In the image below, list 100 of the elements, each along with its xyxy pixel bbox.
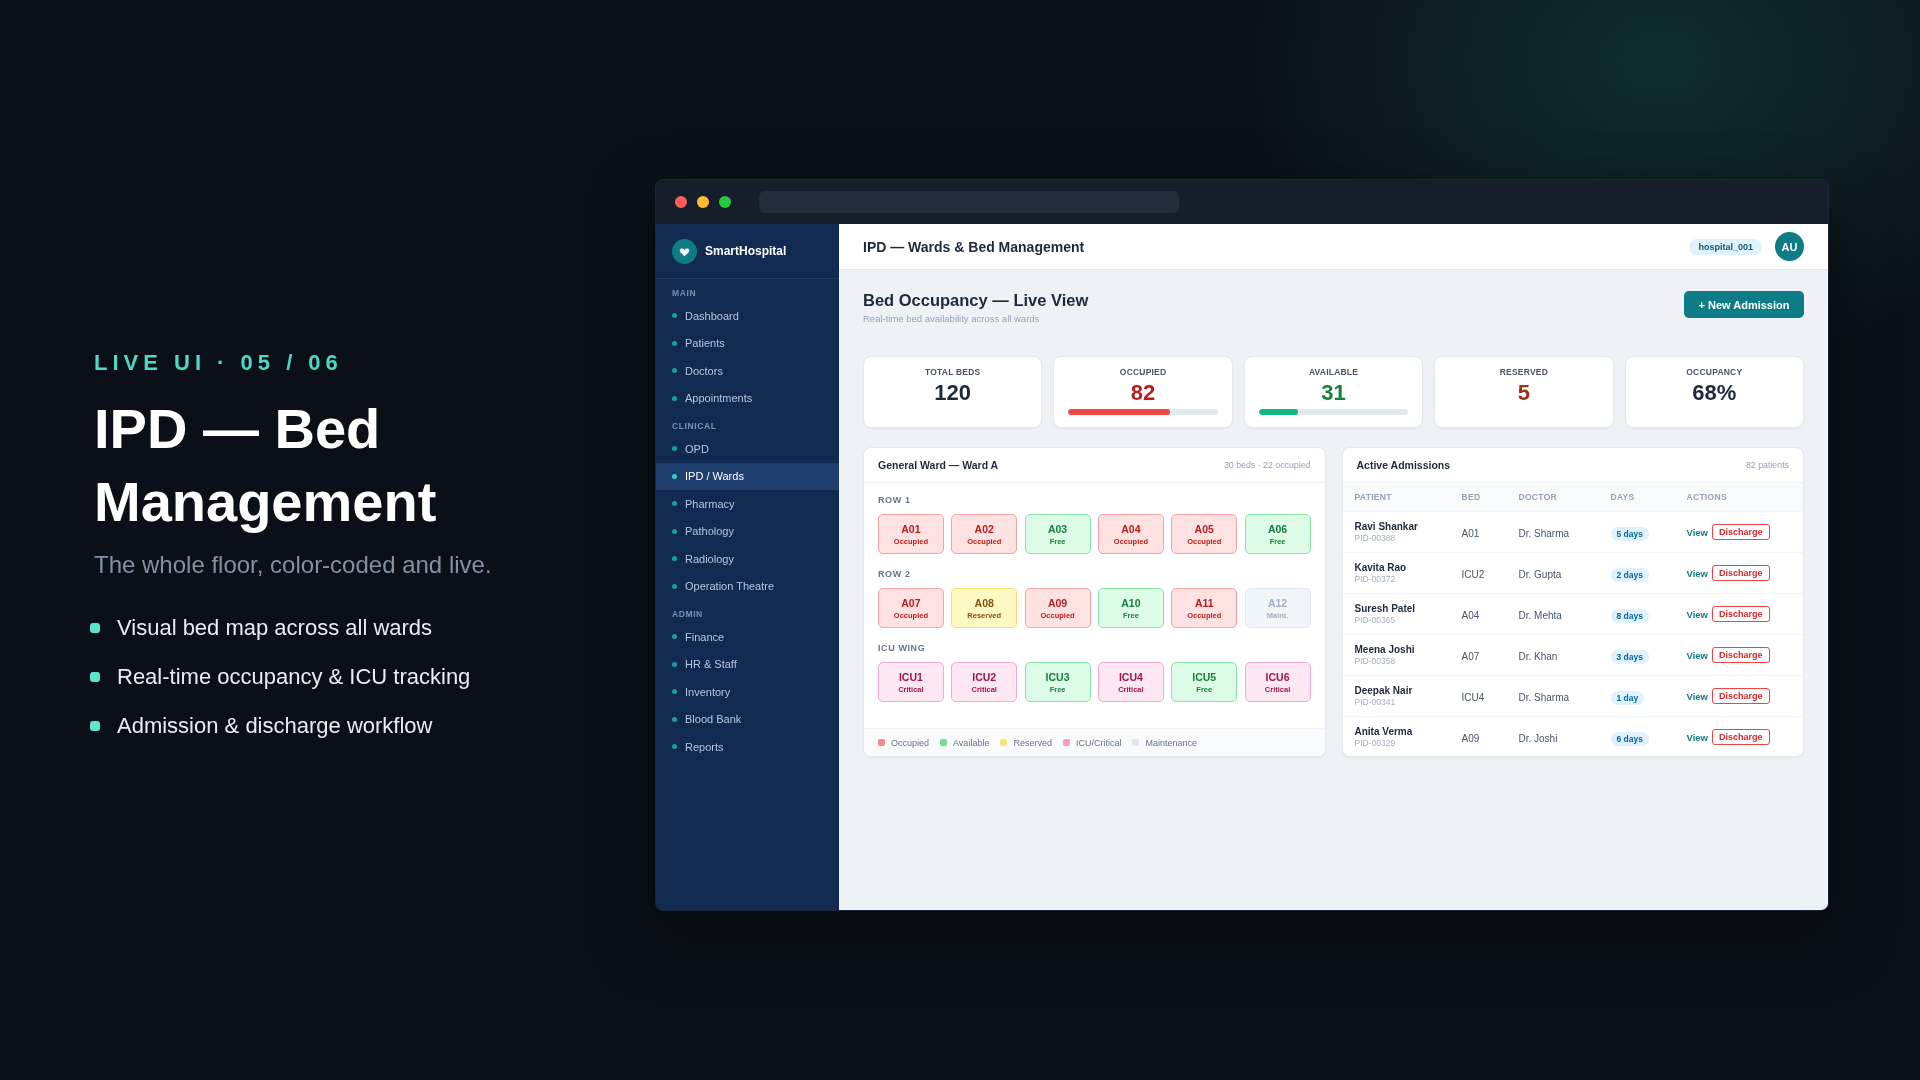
view-link[interactable]: View (1686, 608, 1708, 620)
nav-dot-icon (672, 501, 677, 507)
stat-value: 82 (1130, 380, 1156, 406)
nav-item[interactable]: Radiology (656, 545, 839, 573)
days-badge: 3 days (1610, 650, 1649, 664)
nav-section-label: ADMIN (671, 608, 704, 621)
table-cell: ICU2 (1461, 569, 1485, 580)
stat-label: OCCUPANCY (1686, 367, 1743, 377)
new-admission-button[interactable]: + New Admission (1684, 291, 1804, 318)
eyebrow-label: LIVE UI · 05 / 06 (94, 350, 343, 376)
stat-label: TOTAL BEDS (925, 367, 981, 377)
page-header-title: IPD — Wards & Bed Management (863, 238, 1085, 255)
nav-item[interactable]: Appointments (656, 384, 839, 412)
bed-group-label: ICU WING (878, 642, 926, 654)
patient-id: PID-00329 (1354, 738, 1396, 749)
nav-dot-icon (672, 340, 677, 346)
nav-dot-icon (672, 556, 677, 562)
nav-dot-icon (672, 744, 677, 750)
column-header: DOCTOR (1518, 492, 1557, 502)
discharge-button[interactable]: Discharge (1712, 729, 1770, 745)
table-cell: Dr. Mehta (1518, 610, 1562, 621)
table-cell: Dr. Joshi (1518, 733, 1558, 744)
nav-dot-icon (672, 634, 677, 640)
bed-code: ICU5 (1192, 670, 1217, 684)
nav-dot-icon (672, 716, 677, 722)
nav-item[interactable]: IPD / Wards (656, 462, 839, 490)
nav-item[interactable]: Finance (656, 623, 839, 651)
patient-name: Deepak Nair (1354, 684, 1413, 697)
nav-dot-icon (672, 689, 677, 695)
legend-label: Occupied (891, 737, 930, 748)
nav-dot-icon (672, 661, 677, 667)
bed-code: A12 (1267, 596, 1288, 610)
patient-name: Anita Verma (1354, 725, 1413, 738)
bullet-text: Visual bed map across all wards (117, 614, 433, 642)
window-maximize-icon[interactable] (719, 196, 731, 208)
nav-dot-icon (672, 528, 677, 534)
bed-code: A08 (974, 596, 994, 610)
table-cell: Dr. Gupta (1518, 569, 1562, 580)
stat-value: 68% (1692, 380, 1737, 406)
nav-item[interactable]: Reports (656, 733, 839, 761)
bed-code: A05 (1194, 522, 1214, 536)
nav-item[interactable]: Pathology (656, 517, 839, 545)
bed-code: ICU1 (898, 670, 923, 684)
bullet-icon (90, 721, 100, 731)
table-cell: A07 (1461, 651, 1480, 662)
patient-name: Ravi Shankar (1354, 520, 1418, 533)
window-minimize-icon[interactable] (697, 196, 709, 208)
stat-label: AVAILABLE (1308, 367, 1359, 377)
discharge-button[interactable]: Discharge (1712, 647, 1770, 663)
bed-code: ICU4 (1118, 670, 1143, 684)
bed-code: A09 (1047, 596, 1068, 610)
slide-title: IPD — Bed Management (94, 396, 438, 535)
bed-code: A01 (901, 522, 921, 536)
days-badge: 8 days (1610, 609, 1649, 623)
column-header: PATIENT (1354, 492, 1392, 502)
nav-item[interactable]: HR & Staff (656, 650, 839, 678)
bullet-icon (90, 623, 100, 633)
view-link[interactable]: View (1686, 567, 1708, 579)
nav-dot-icon (672, 446, 677, 452)
bed-code: A11 (1194, 596, 1214, 610)
nav-item[interactable]: Pharmacy (656, 490, 839, 518)
column-header: ACTIONS (1686, 492, 1727, 502)
nav-section-label: CLINICAL (671, 420, 718, 433)
legend-label: Maintenance (1145, 737, 1197, 748)
nav-item[interactable]: Inventory (656, 678, 839, 706)
discharge-button[interactable]: Discharge (1712, 565, 1770, 581)
bed-code: A03 (1047, 522, 1068, 536)
nav-item[interactable]: Blood Bank (656, 705, 839, 733)
view-link[interactable]: View (1686, 731, 1708, 743)
bed-group-label: ROW 1 (878, 494, 911, 506)
panel-summary: 82 patients (1745, 460, 1789, 470)
panel-title: General Ward — Ward A (878, 459, 999, 471)
discharge-button[interactable]: Discharge (1712, 606, 1770, 622)
view-link[interactable]: View (1686, 649, 1708, 661)
table-cell: Dr. Sharma (1518, 692, 1570, 703)
bed-code: A06 (1267, 522, 1288, 536)
bed-code: A10 (1121, 596, 1141, 610)
view-link[interactable]: View (1686, 526, 1708, 538)
bed-code: A07 (901, 596, 921, 610)
nav-item[interactable]: Patients (656, 329, 839, 357)
nav-item[interactable]: OPD (656, 435, 839, 463)
nav-item[interactable]: Dashboard (656, 302, 839, 330)
slide-subtitle: The whole floor, color-coded and live. (94, 550, 492, 580)
nav-section-label: MAIN (671, 287, 698, 300)
bullet-text: Real-time occupancy & ICU tracking (117, 663, 471, 691)
nav-dot-icon (672, 395, 677, 401)
user-avatar[interactable]: AU (1775, 232, 1804, 261)
bed-group-label: ROW 2 (878, 568, 911, 580)
discharge-button[interactable]: Discharge (1712, 524, 1770, 540)
legend-label: Available (953, 737, 990, 748)
window-close-icon[interactable] (675, 196, 687, 208)
stat-value: 5 (1517, 380, 1530, 406)
nav-item[interactable]: Operation Theatre (656, 572, 839, 600)
panel-summary: 30 beds · 22 occupied (1223, 460, 1311, 470)
bed-code: ICU3 (1045, 670, 1070, 684)
nav-dot-icon (672, 313, 677, 319)
discharge-button[interactable]: Discharge (1712, 688, 1770, 704)
view-link[interactable]: View (1686, 690, 1708, 702)
nav-item[interactable]: Doctors (656, 357, 839, 385)
tenant-badge: hospital_001 (1689, 238, 1762, 255)
